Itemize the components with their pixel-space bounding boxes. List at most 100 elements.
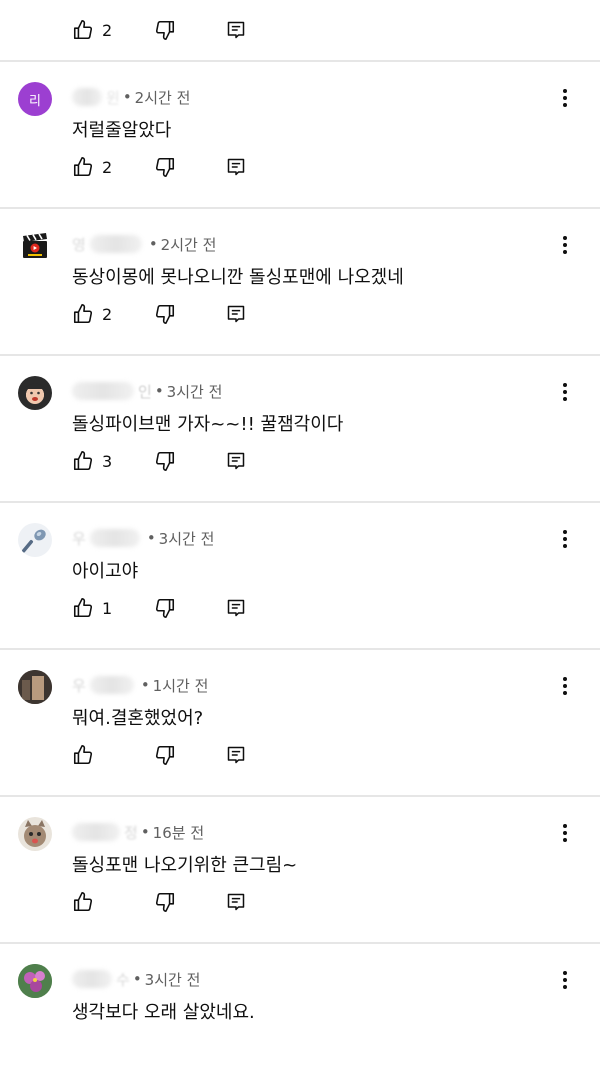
reply-button[interactable] bbox=[226, 595, 256, 621]
reply-button[interactable] bbox=[226, 448, 256, 474]
like-button[interactable]: 2 bbox=[72, 17, 154, 43]
reply-button[interactable] bbox=[226, 742, 256, 768]
like-button[interactable]: 3 bbox=[72, 448, 154, 474]
more-vertical-icon bbox=[563, 677, 567, 681]
comment-meta: 인 • 3시간 전 bbox=[72, 380, 222, 402]
dislike-button[interactable] bbox=[154, 448, 226, 474]
more-vertical-icon bbox=[563, 236, 567, 240]
comment-reply-icon bbox=[227, 158, 245, 176]
meta-separator: • bbox=[148, 235, 158, 253]
dislike-button[interactable] bbox=[154, 154, 226, 180]
more-options-button[interactable] bbox=[554, 968, 576, 992]
comment-actions: 2 bbox=[72, 301, 256, 327]
comment-time: 3시간 전 bbox=[166, 382, 223, 401]
comment-text: 돌싱파이브맨 가자~~!! 꿀잼각이다 bbox=[72, 414, 344, 435]
comment-reply-icon bbox=[227, 746, 245, 764]
like-button[interactable]: 2 bbox=[72, 154, 154, 180]
comment-meta: 수 • 3시간 전 bbox=[72, 968, 200, 990]
comment-meta: 윈 • 2시간 전 bbox=[72, 86, 190, 108]
more-vertical-icon bbox=[563, 383, 567, 387]
avatar[interactable] bbox=[18, 229, 52, 263]
avatar[interactable] bbox=[18, 964, 52, 998]
comment-item: 수 • 3시간 전 생각보다 오래 살았네요. bbox=[0, 944, 600, 1089]
avatar[interactable] bbox=[18, 523, 52, 557]
more-options-button[interactable] bbox=[554, 674, 576, 698]
comment-actions: 3 bbox=[72, 448, 256, 474]
dislike-button[interactable] bbox=[154, 595, 226, 621]
comment-feed: 2 리 윈 • 2시간 전 저럴줄알았다 2 영 • 2시간 전 동상이몽에 못… bbox=[0, 0, 600, 1032]
blurred-author-name bbox=[72, 970, 112, 988]
avatar[interactable] bbox=[18, 376, 52, 410]
thumbs-down-icon bbox=[155, 157, 175, 177]
more-options-button[interactable] bbox=[554, 527, 576, 551]
blurred-author-name bbox=[72, 88, 102, 106]
thumbs-down-icon bbox=[155, 20, 175, 40]
more-vertical-icon bbox=[563, 89, 567, 93]
meta-separator: • bbox=[154, 382, 164, 400]
reply-button[interactable] bbox=[226, 17, 256, 43]
thumbs-down-icon bbox=[155, 892, 175, 912]
comment-time: 16분 전 bbox=[152, 823, 205, 842]
comment-item: 정 • 16분 전 돌싱포맨 나오기위한 큰그림~ bbox=[0, 797, 600, 944]
more-options-button[interactable] bbox=[554, 233, 576, 257]
like-button[interactable]: 2 bbox=[72, 301, 154, 327]
comment-meta: 우 • 3시간 전 bbox=[72, 527, 214, 549]
avatar[interactable] bbox=[18, 670, 52, 704]
comment-text: 아이고야 bbox=[72, 561, 139, 582]
comment-text: 동상이몽에 못나오니깐 돌싱포맨에 나오겠네 bbox=[72, 267, 404, 288]
comment-time: 2시간 전 bbox=[134, 88, 191, 107]
thumbs-down-icon bbox=[155, 598, 175, 618]
comment-time: 2시간 전 bbox=[160, 235, 217, 254]
comment-list: 리 윈 • 2시간 전 저럴줄알았다 2 영 • 2시간 전 동상이몽에 못나오… bbox=[0, 62, 600, 1089]
comment-reply-icon bbox=[227, 21, 245, 39]
comment-item: 우 • 3시간 전 아이고야 1 bbox=[0, 503, 600, 650]
blurred-author-name bbox=[72, 382, 134, 400]
author-name-partial: 윈 bbox=[106, 88, 120, 107]
more-vertical-icon bbox=[563, 530, 567, 534]
avatar-letter: 리 bbox=[29, 93, 41, 109]
dislike-button[interactable] bbox=[154, 742, 226, 768]
comment-item: 인 • 3시간 전 돌싱파이브맨 가자~~!! 꿀잼각이다 3 bbox=[0, 356, 600, 503]
thumbs-up-icon bbox=[73, 745, 93, 765]
thumbs-up-icon bbox=[73, 598, 93, 618]
comment-text: 생각보다 오래 살았네요. bbox=[72, 1002, 255, 1023]
comment-meta: 우 • 1시간 전 bbox=[72, 674, 208, 696]
comment-reply-icon bbox=[227, 305, 245, 323]
avatar[interactable] bbox=[18, 817, 52, 851]
spoon-photo-icon bbox=[21, 529, 46, 553]
dislike-button[interactable] bbox=[154, 17, 226, 43]
comment-meta: 영 • 2시간 전 bbox=[72, 233, 216, 255]
like-button[interactable] bbox=[72, 742, 154, 768]
comment-item: 우 • 1시간 전 뭐여.결혼했었어? bbox=[0, 650, 600, 797]
comment-text: 돌싱포맨 나오기위한 큰그림~ bbox=[72, 855, 298, 876]
more-vertical-icon bbox=[563, 824, 567, 828]
dislike-button[interactable] bbox=[154, 301, 226, 327]
comment-reply-icon bbox=[227, 452, 245, 470]
comment-actions: 2 bbox=[72, 154, 256, 180]
more-options-button[interactable] bbox=[554, 380, 576, 404]
reply-button[interactable] bbox=[226, 154, 256, 180]
like-count: 3 bbox=[102, 451, 113, 471]
like-button[interactable] bbox=[72, 889, 154, 915]
thumbs-up-icon bbox=[73, 157, 93, 177]
more-options-button[interactable] bbox=[554, 86, 576, 110]
like-count: 1 bbox=[102, 598, 113, 618]
thumbs-down-icon bbox=[155, 451, 175, 471]
like-count: 2 bbox=[102, 20, 113, 40]
comment-text: 뭐여.결혼했었어? bbox=[72, 708, 204, 729]
like-button[interactable]: 1 bbox=[72, 595, 154, 621]
reply-button[interactable] bbox=[226, 301, 256, 327]
dislike-button[interactable] bbox=[154, 889, 226, 915]
more-vertical-icon bbox=[563, 971, 567, 975]
comment-time: 3시간 전 bbox=[144, 970, 201, 989]
cat-photo-icon bbox=[24, 820, 46, 847]
reply-button[interactable] bbox=[226, 889, 256, 915]
more-options-button[interactable] bbox=[554, 821, 576, 845]
photo-thumbnail-icon bbox=[18, 670, 52, 704]
blurred-author-name bbox=[89, 235, 142, 253]
meta-separator: • bbox=[140, 676, 150, 694]
avatar[interactable]: 리 bbox=[18, 82, 52, 116]
thumbs-up-icon bbox=[73, 892, 93, 912]
thumbs-down-icon bbox=[155, 745, 175, 765]
like-count: 2 bbox=[102, 157, 113, 177]
